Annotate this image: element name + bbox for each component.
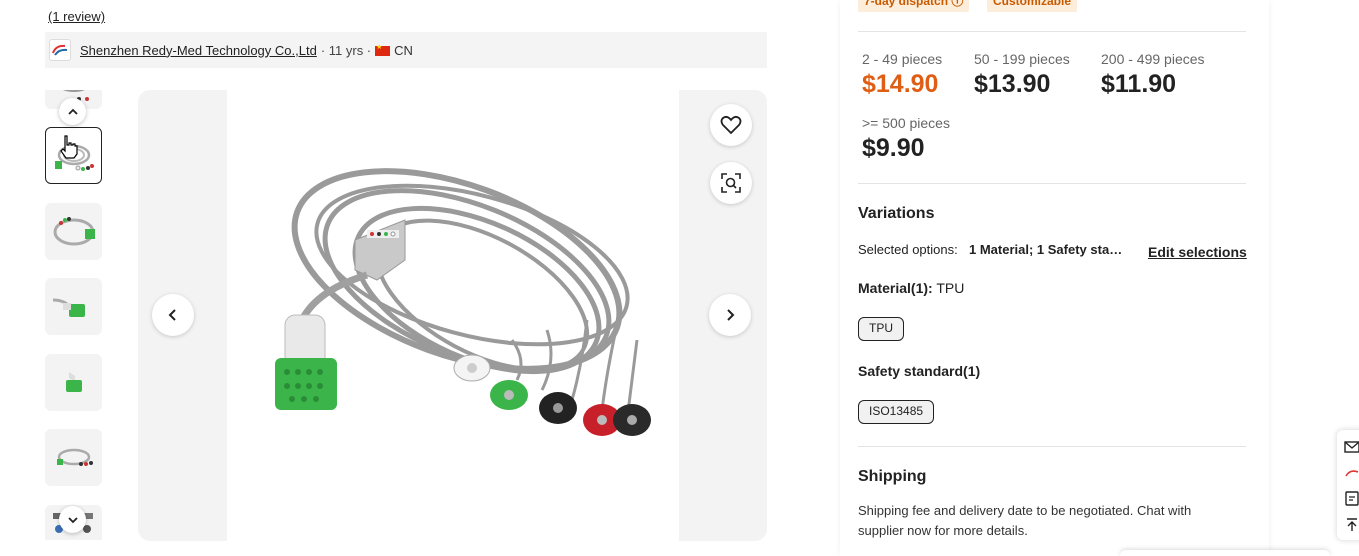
thumbnail-5[interactable] (45, 429, 102, 486)
chevron-down-icon (67, 516, 78, 523)
tier-quantity: >= 500 pieces (862, 115, 950, 131)
material-line: Material(1): TPU (858, 280, 964, 296)
supplier-country: CN (394, 42, 413, 58)
price-tier: 200 - 499 pieces $11.90 (1101, 51, 1205, 99)
heart-icon (720, 115, 742, 135)
safety-line: Safety standard(1) (858, 363, 980, 379)
safety-standard-label: Safety standard(1) (858, 363, 981, 379)
review-count-link[interactable]: (1 review) (48, 9, 105, 24)
divider (858, 446, 1246, 447)
thumbnail-scroll-down-button[interactable] (59, 506, 86, 533)
image-search-button[interactable] (710, 162, 752, 204)
tier-price: $13.90 (974, 70, 1051, 98)
selected-options-value: 1 Material; 1 Safety standard (969, 242, 1129, 257)
thumbnail-2[interactable] (45, 203, 102, 260)
material-option-chip[interactable]: TPU (858, 317, 904, 341)
edit-selections-link[interactable]: Edit selections (1148, 244, 1247, 260)
tier-quantity: 2 - 49 pieces (862, 51, 943, 67)
shipping-info-text: Shipping fee and delivery date to be neg… (858, 503, 1192, 538)
main-product-image[interactable] (138, 90, 767, 541)
shipping-title: Shipping (858, 468, 927, 485)
product-photo (227, 90, 679, 541)
price-tier: 50 - 199 pieces $13.90 (974, 51, 1070, 99)
price-tier: >= 500 pieces $9.90 (862, 115, 950, 163)
supplier-logo[interactable] (49, 39, 71, 61)
material-value: TPU (936, 280, 965, 296)
back-to-top-icon[interactable] (1343, 516, 1359, 534)
chevron-right-icon (727, 309, 735, 321)
dispatch-tag[interactable]: 7-day dispatch ⓘ (858, 0, 970, 12)
selected-options-label: Selected options: (858, 242, 958, 257)
price-tier: 2 - 49 pieces $14.90 (862, 51, 942, 99)
chevron-up-icon (67, 108, 78, 115)
thumbnail-3[interactable] (45, 278, 102, 335)
divider (858, 31, 1246, 32)
material-label: Material(1): (858, 280, 933, 296)
divider (858, 183, 1246, 184)
product-info-panel: 7-day dispatch ⓘ Customizable 2 - 49 pie… (840, 0, 1269, 556)
image-search-icon (721, 173, 741, 193)
tier-price: $14.90 (862, 70, 939, 98)
feedback-icon[interactable] (1343, 490, 1359, 508)
china-flag-icon (375, 43, 391, 56)
variations-title: Variations (858, 205, 935, 222)
bottom-popup-edge (1120, 550, 1330, 556)
previous-image-button[interactable] (152, 294, 194, 336)
floating-side-toolbar (1337, 430, 1359, 540)
chevron-left-icon (168, 309, 176, 321)
thumbnail-4[interactable] (45, 354, 102, 411)
tier-quantity: 200 - 499 pieces (1101, 51, 1205, 67)
mail-icon[interactable] (1343, 438, 1359, 456)
wishlist-button[interactable] (710, 104, 752, 146)
supplier-years: · 11 yrs · (320, 42, 372, 58)
hand-cursor-icon (58, 134, 80, 165)
supplier-bar: Shenzhen Redy-Med Technology Co.,Ltd · 1… (45, 32, 767, 68)
supplier-name-link[interactable]: Shenzhen Redy-Med Technology Co.,Ltd (80, 43, 317, 58)
tier-price: $9.90 (862, 134, 925, 162)
tier-quantity: 50 - 199 pieces (974, 51, 1070, 67)
next-image-button[interactable] (709, 294, 751, 336)
product-icon[interactable] (1343, 464, 1359, 482)
customizable-tag: Customizable (987, 0, 1078, 12)
thumbnail-scroll-up-button[interactable] (59, 98, 86, 125)
tier-price: $11.90 (1101, 70, 1177, 98)
safety-option-chip[interactable]: ISO13485 (858, 400, 935, 424)
